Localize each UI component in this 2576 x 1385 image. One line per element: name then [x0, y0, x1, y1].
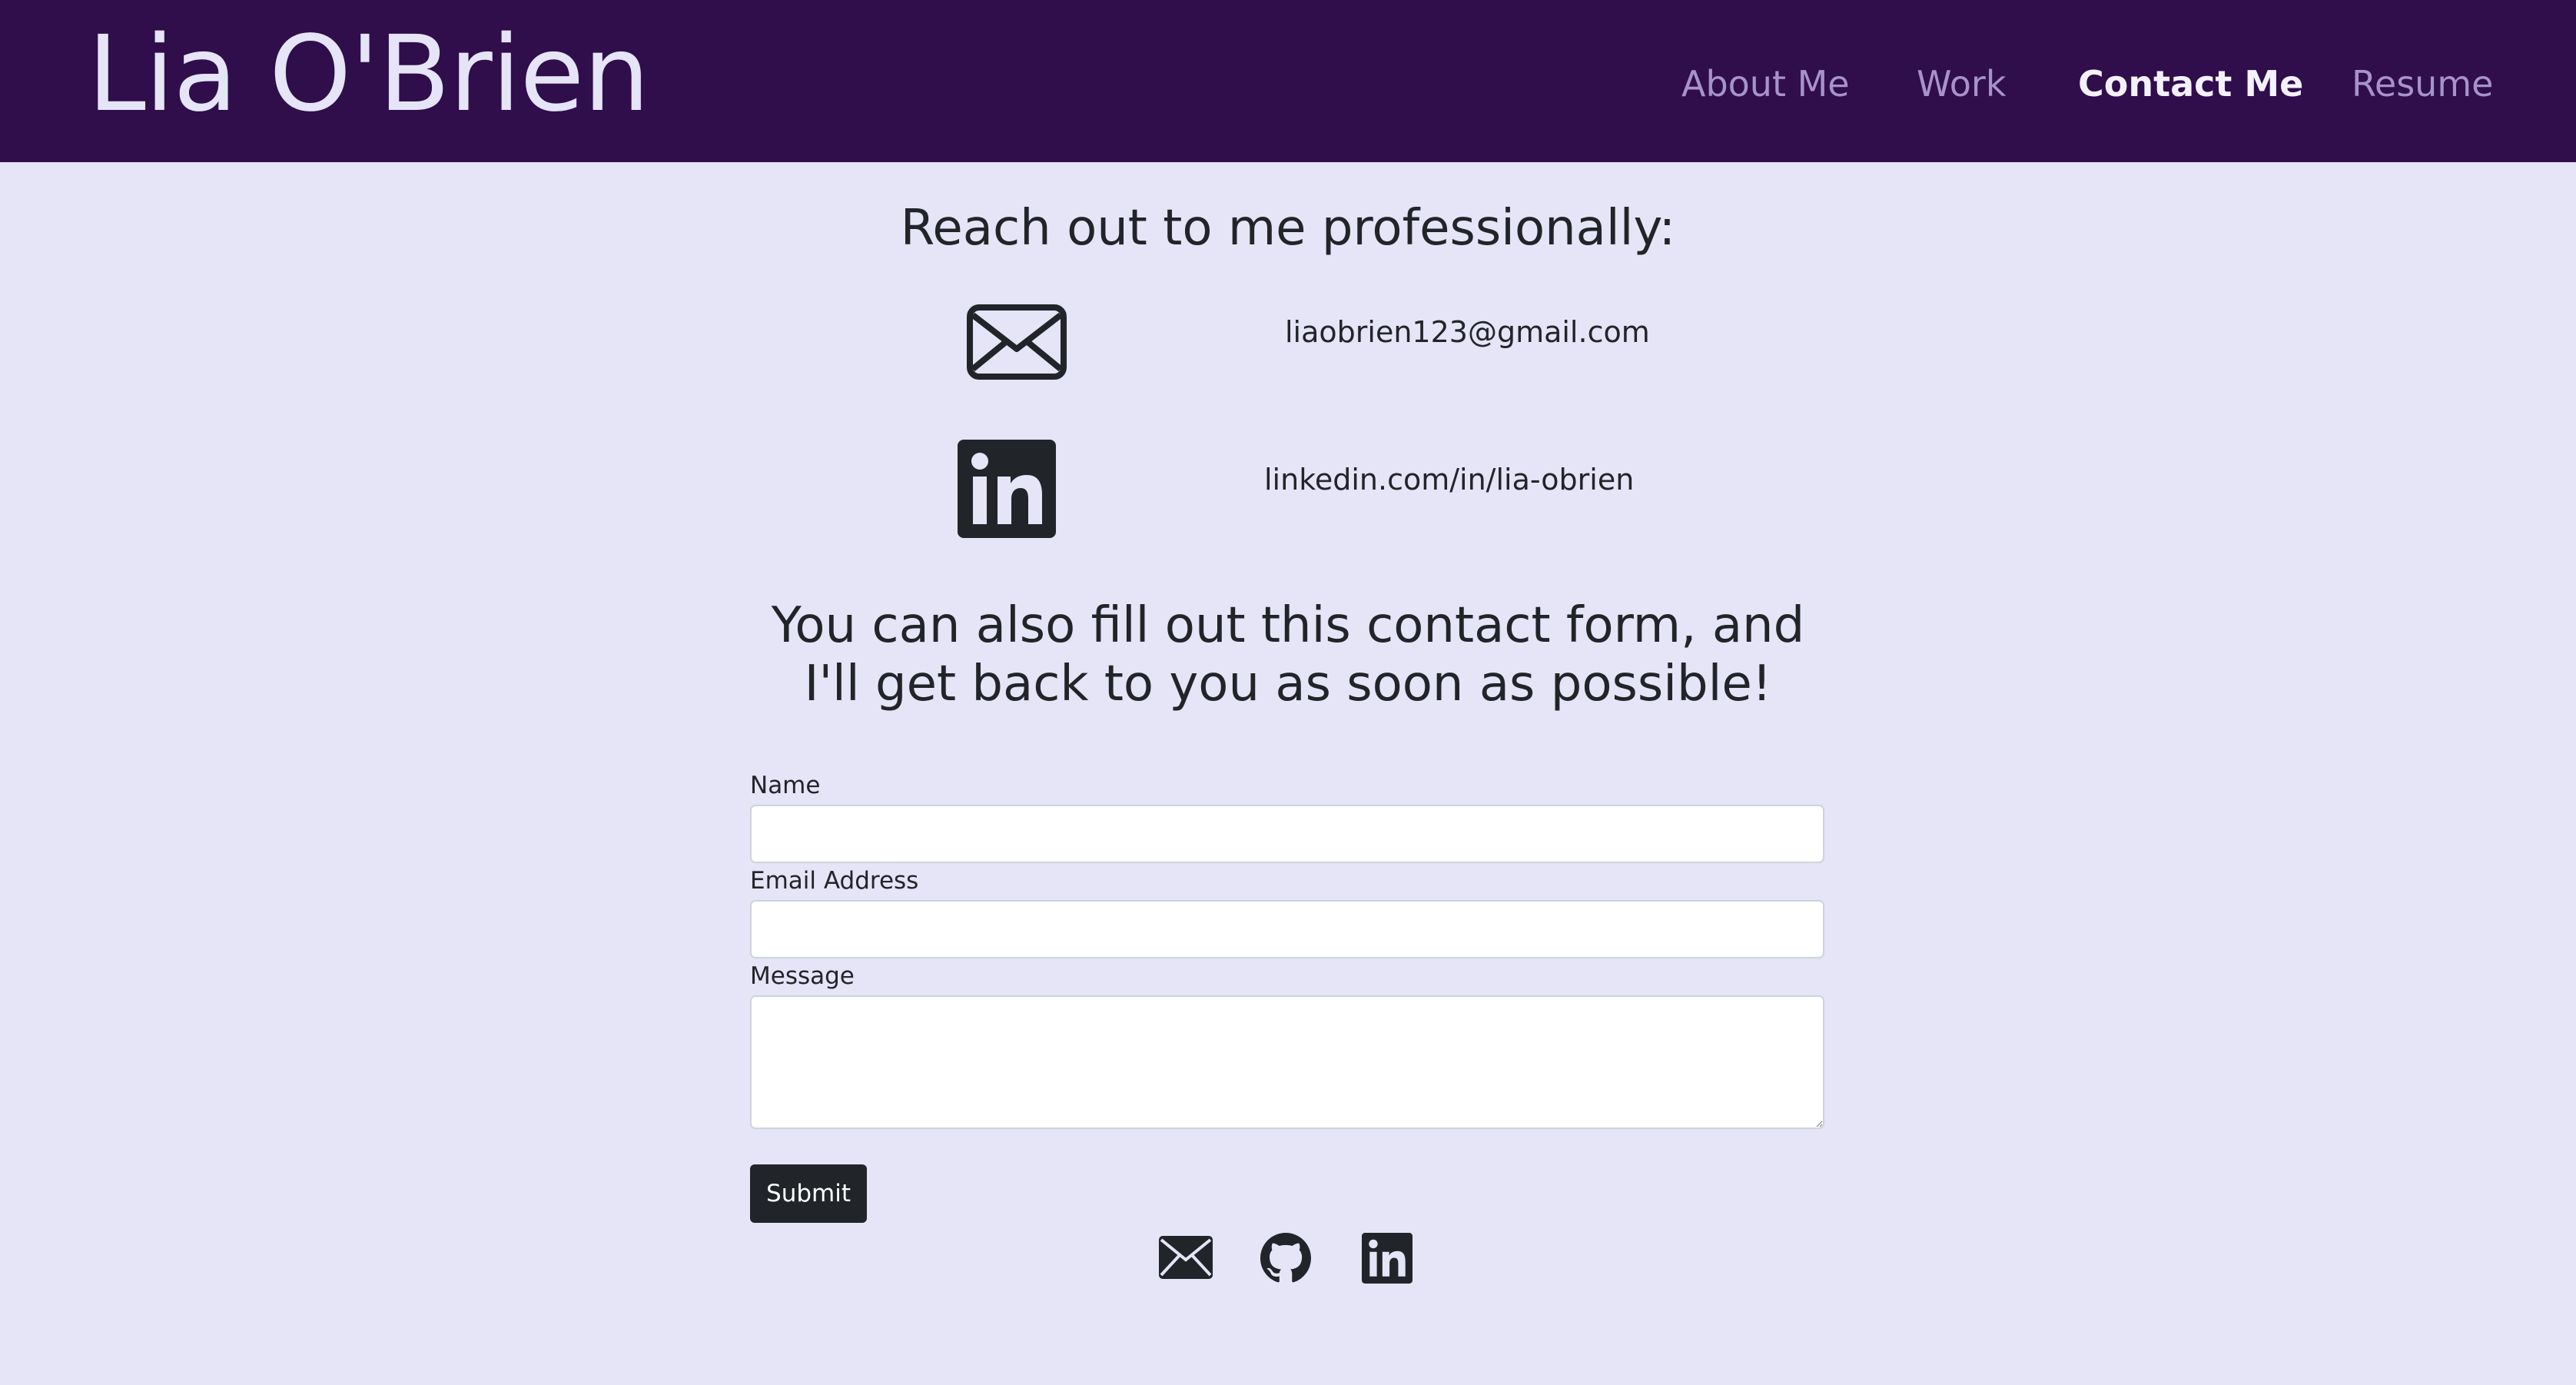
nav-link-about-me[interactable]: About Me — [1681, 58, 1850, 109]
message-field[interactable] — [750, 995, 1824, 1129]
github-icon[interactable] — [1260, 1233, 1311, 1284]
submit-button[interactable]: Submit — [750, 1164, 867, 1223]
site-header: Lia O'Brien About Me Work Contact Me Res… — [0, 0, 2576, 162]
email-label: Email Address — [750, 867, 919, 895]
email-link[interactable]: liaobrien123@gmail.com — [1285, 311, 1650, 354]
nav-link-resume[interactable]: Resume — [2352, 58, 2493, 109]
linkedin-link[interactable]: linkedin.com/in/lia-obrien — [1264, 458, 1634, 501]
message-label: Message — [750, 962, 855, 990]
envelope-icon — [967, 304, 1067, 380]
site-title: Lia O'Brien — [88, 14, 649, 135]
linkedin-icon — [958, 440, 1056, 538]
envelope-icon[interactable] — [1159, 1236, 1213, 1279]
nav-link-work[interactable]: Work — [1917, 58, 2006, 109]
name-label: Name — [750, 772, 821, 799]
form-heading: You can also fill out this contact form,… — [771, 597, 1805, 712]
name-field[interactable] — [750, 805, 1824, 863]
linkedin-icon[interactable] — [1362, 1233, 1412, 1284]
nav-link-contact-me[interactable]: Contact Me — [2078, 58, 2303, 109]
email-field[interactable] — [750, 900, 1824, 958]
contact-heading: Reach out to me professionally: — [900, 200, 1676, 257]
